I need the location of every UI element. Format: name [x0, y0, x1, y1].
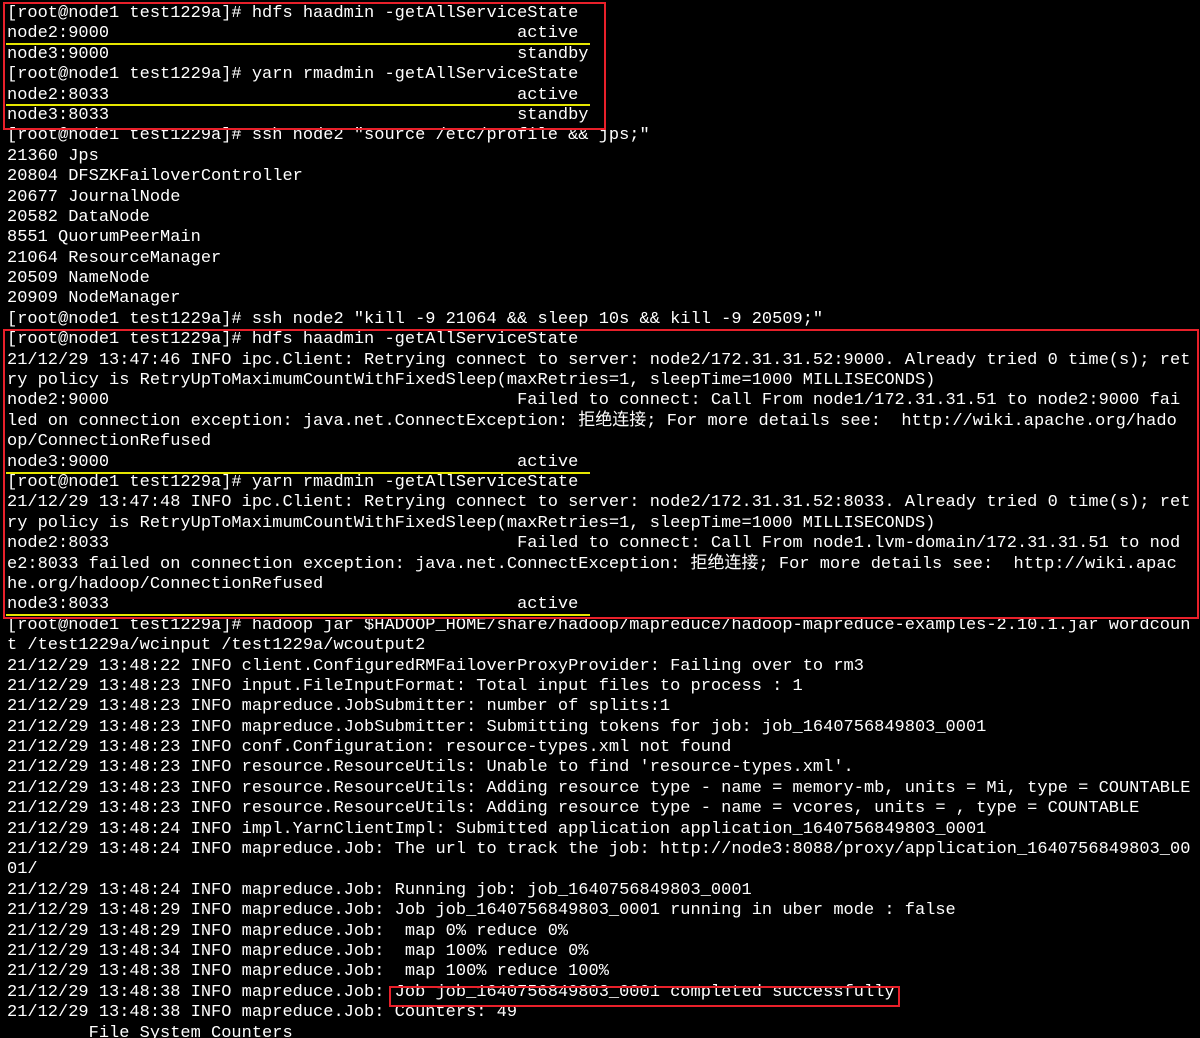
terminal-line: 21/12/29 13:48:23 INFO resource.Resource… [7, 799, 1140, 819]
terminal-line: File System Counters [7, 1023, 293, 1038]
terminal-line: 21/12/29 13:48:24 INFO mapreduce.Job: Th… [7, 840, 1191, 860]
terminal-line: 20804 DFSZKFailoverController [7, 167, 303, 187]
terminal-line: 21/12/29 13:48:23 INFO conf.Configuratio… [7, 738, 732, 758]
terminal-line: 20509 NameNode [7, 269, 150, 289]
highlight-box-initial-state [3, 2, 606, 130]
underline-node3-8033-active [6, 614, 590, 616]
terminal-line: 21/12/29 13:48:23 INFO mapreduce.JobSubm… [7, 697, 671, 717]
underline-node3-9000-active [6, 472, 590, 474]
terminal-line: [root@node1 test1229a]# ssh node2 "kill … [7, 309, 824, 329]
terminal-line: 21/12/29 13:48:38 INFO mapreduce.Job: ma… [7, 962, 609, 982]
terminal-window[interactable]: [root@node1 test1229a]# hdfs haadmin -ge… [0, 0, 1200, 1038]
highlight-box-job-completed [389, 986, 900, 1007]
terminal-line: 21/12/29 13:48:23 INFO input.FileInputFo… [7, 676, 803, 696]
terminal-line: 21/12/29 13:48:23 INFO resource.Resource… [7, 778, 1191, 798]
terminal-line: 21/12/29 13:48:23 INFO mapreduce.JobSubm… [7, 717, 987, 737]
terminal-line: 20909 NodeManager [7, 289, 181, 309]
terminal-line: t /test1229a/wcinput /test1229a/wcoutput… [7, 636, 426, 656]
underline-node2-8033-active [6, 104, 590, 106]
terminal-line: 8551 QuorumPeerMain [7, 228, 201, 248]
terminal-line: 01/ [7, 860, 38, 880]
terminal-line: 20582 DataNode [7, 207, 150, 227]
terminal-line: 21/12/29 13:48:23 INFO resource.Resource… [7, 758, 854, 778]
terminal-line: 21/12/29 13:48:24 INFO mapreduce.Job: Ru… [7, 880, 752, 900]
terminal-line: 21360 Jps [7, 146, 99, 166]
terminal-line: 20677 JournalNode [7, 187, 181, 207]
terminal-line: 21064 ResourceManager [7, 248, 222, 268]
terminal-line: 21/12/29 13:48:29 INFO mapreduce.Job: Jo… [7, 901, 956, 921]
terminal-line: 21/12/29 13:48:29 INFO mapreduce.Job: ma… [7, 921, 569, 941]
terminal-line: 21/12/29 13:48:22 INFO client.Configured… [7, 656, 864, 676]
terminal-line: 21/12/29 13:48:34 INFO mapreduce.Job: ma… [7, 941, 589, 961]
highlight-box-failover-state [3, 329, 1199, 619]
terminal-line: 21/12/29 13:48:24 INFO impl.YarnClientIm… [7, 819, 987, 839]
underline-node2-9000-active [6, 43, 590, 45]
